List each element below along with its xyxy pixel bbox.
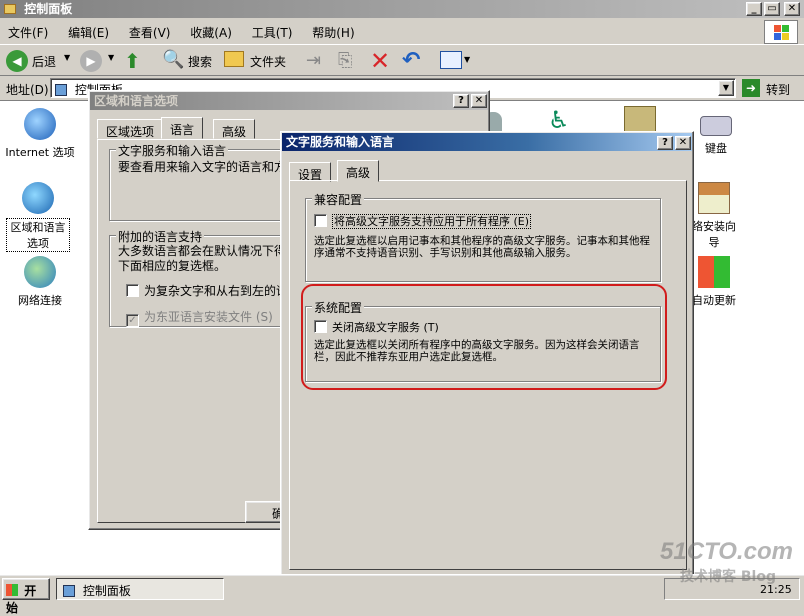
move-to-icon[interactable]: ⇥ xyxy=(306,50,321,71)
undo-icon[interactable]: ↶ xyxy=(402,48,420,73)
task-icon xyxy=(63,585,75,597)
menu-file[interactable]: 文件(F) xyxy=(8,26,48,40)
task-control-panel[interactable]: 控制面板 xyxy=(56,578,224,600)
tab-regional-options[interactable]: 区域选项 xyxy=(97,119,164,139)
east-asian-checkbox: ✓ xyxy=(126,314,139,327)
compat-checkbox[interactable] xyxy=(314,214,327,227)
icon-internet-options[interactable]: Internet 选项 xyxy=(2,108,78,160)
text-services-group-title: 文字服务和输入语言 xyxy=(116,142,229,159)
accessibility-icon[interactable]: ♿ xyxy=(548,106,578,134)
folders-button-label[interactable]: 文件夹 xyxy=(250,53,286,70)
menu-bar: 文件(F) 编辑(E) 查看(V) 收藏(A) 工具(T) 帮助(H) xyxy=(8,24,371,41)
folders-icon[interactable] xyxy=(224,51,244,67)
menu-view[interactable]: 查看(V) xyxy=(129,26,171,40)
icon-label: 络安装向导 xyxy=(692,220,736,249)
start-button[interactable]: 开始 xyxy=(2,578,50,615)
explorer-title: 控制面板 xyxy=(24,2,73,16)
compat-checkbox-row[interactable]: 将高级文字服务支持应用于所有程序 (E) xyxy=(314,213,532,229)
minimize-button[interactable]: _ xyxy=(746,2,762,16)
text-dialog-titlebar: 文字服务和输入语言 xyxy=(282,133,692,151)
windows-flag-icon xyxy=(698,256,730,288)
text-services-group: 文字服务和输入语言 要查看用来输入文字的语言和方 xyxy=(109,142,289,221)
back-dropdown-icon[interactable]: ▼ xyxy=(64,53,70,62)
house-icon xyxy=(698,182,730,214)
compat-config-group: 兼容配置 将高级文字服务支持应用于所有程序 (E) 选定此复选框以启用记事本和其… xyxy=(305,191,661,282)
icon-label: 键盘 xyxy=(705,142,727,155)
compat-desc: 选定此复选框以启用记事本和其他程序的高级文字服务。记事本和其他程序通常不支持语音… xyxy=(314,235,650,259)
text-services-desc: 要查看用来输入文字的语言和方 xyxy=(118,160,287,174)
complex-script-checkbox-row[interactable]: 为复杂文字和从右到左的语 xyxy=(126,282,288,299)
forward-arrow-icon[interactable]: ▶ xyxy=(80,50,102,72)
internet-options-icon xyxy=(24,108,56,140)
delete-icon[interactable]: ✕ xyxy=(370,47,390,75)
address-label: 地址(D) xyxy=(6,83,49,97)
text-dialog-title: 文字服务和输入语言 xyxy=(286,135,395,149)
menu-favorites[interactable]: 收藏(A) xyxy=(190,26,232,40)
folder-icon xyxy=(4,4,16,14)
maximize-button[interactable]: ▭ xyxy=(764,2,780,16)
supplemental-group-title: 附加的语言支持 xyxy=(116,228,205,245)
globe-icon xyxy=(22,182,54,214)
menu-help[interactable]: 帮助(H) xyxy=(312,26,354,40)
go-arrow-icon[interactable]: ➜ xyxy=(742,79,760,97)
keyboard-icon xyxy=(700,116,732,136)
forward-dropdown-icon[interactable]: ▼ xyxy=(108,53,114,62)
icon-label: 网络连接 xyxy=(18,294,62,307)
compat-checkbox-label: 将高级文字服务支持应用于所有程序 (E) xyxy=(332,214,532,229)
region-dialog-title: 区域和语言选项 xyxy=(94,94,179,108)
complex-script-label: 为复杂文字和从右到左的语 xyxy=(144,284,289,298)
up-folder-icon[interactable]: ⬆ xyxy=(124,49,141,73)
complex-script-checkbox[interactable] xyxy=(126,284,139,297)
search-icon[interactable]: 🔍 xyxy=(162,49,184,70)
watermark: 51CTO.com 技术博客 Blog xyxy=(660,538,793,586)
back-button-label[interactable]: 后退 xyxy=(32,53,56,70)
watermark-line1: 51CTO.com xyxy=(660,538,793,565)
icon-label: Internet 选项 xyxy=(5,146,75,159)
phone-icon[interactable] xyxy=(624,106,656,132)
highlight-ring xyxy=(301,284,667,390)
icon-region-language[interactable]: 区域和语言选项 xyxy=(0,182,76,252)
task-label: 控制面板 xyxy=(82,584,131,598)
copy-to-icon[interactable]: ⎘ xyxy=(338,50,352,71)
start-windows-icon xyxy=(6,584,18,596)
back-arrow-icon[interactable]: ◀ xyxy=(6,50,28,72)
east-asian-label: 为东亚语言安装文件 (S) xyxy=(144,310,273,324)
tab-advanced[interactable]: 高级 xyxy=(213,119,256,139)
menu-tools[interactable]: 工具(T) xyxy=(252,26,293,40)
control-panel-icon xyxy=(55,84,67,96)
explorer-titlebar: 控制面板 xyxy=(0,0,804,18)
region-help-button[interactable]: ? xyxy=(453,94,469,108)
menu-edit[interactable]: 编辑(E) xyxy=(68,26,109,40)
views-icon[interactable] xyxy=(440,51,462,69)
icon-label: 自动更新 xyxy=(692,294,736,307)
supplemental-language-group: 附加的语言支持 大多数语言都会在默认情况下得 下面相应的复选框。 为复杂文字和从… xyxy=(109,228,289,327)
toolbar: ◀ 后退 ▼ ▶ ▼ ⬆ 🔍 搜索 文件夹 ⇥ ⎘ ✕ ↶ ▼ xyxy=(0,44,804,76)
windows-logo-icon xyxy=(764,20,798,44)
search-button-label[interactable]: 搜索 xyxy=(188,53,212,70)
views-dropdown-icon[interactable]: ▼ xyxy=(464,55,470,64)
tab-languages[interactable]: 语言 xyxy=(161,117,204,139)
go-button-label[interactable]: 转到 xyxy=(766,81,790,98)
east-asian-checkbox-row: ✓ 为东亚语言安装文件 (S) xyxy=(126,308,273,327)
icon-label: 区域和语言选项 xyxy=(6,218,70,252)
tab-advanced-text[interactable]: 高级 xyxy=(337,160,380,182)
close-button[interactable]: ✕ xyxy=(784,2,800,16)
text-help-button[interactable]: ? xyxy=(657,136,673,150)
tab-settings[interactable]: 设置 xyxy=(289,162,332,182)
address-dropdown-button[interactable]: ▼ xyxy=(718,80,734,96)
region-close-button[interactable]: ✕ xyxy=(471,94,487,108)
network-globe-icon xyxy=(24,256,56,288)
text-services-dialog: 文字服务和输入语言 ? ✕ 设置 高级 兼容配置 将高级文字服务支持应用于所有程… xyxy=(280,131,694,577)
text-close-button[interactable]: ✕ xyxy=(675,136,691,150)
icon-network-connections[interactable]: 网络连接 xyxy=(2,256,78,308)
supplemental-desc: 大多数语言都会在默认情况下得 下面相应的复选框。 xyxy=(118,244,287,273)
compat-config-title: 兼容配置 xyxy=(312,191,365,208)
region-dialog-titlebar: 区域和语言选项 xyxy=(90,92,488,110)
watermark-line2: 技术博客 Blog xyxy=(680,569,776,585)
